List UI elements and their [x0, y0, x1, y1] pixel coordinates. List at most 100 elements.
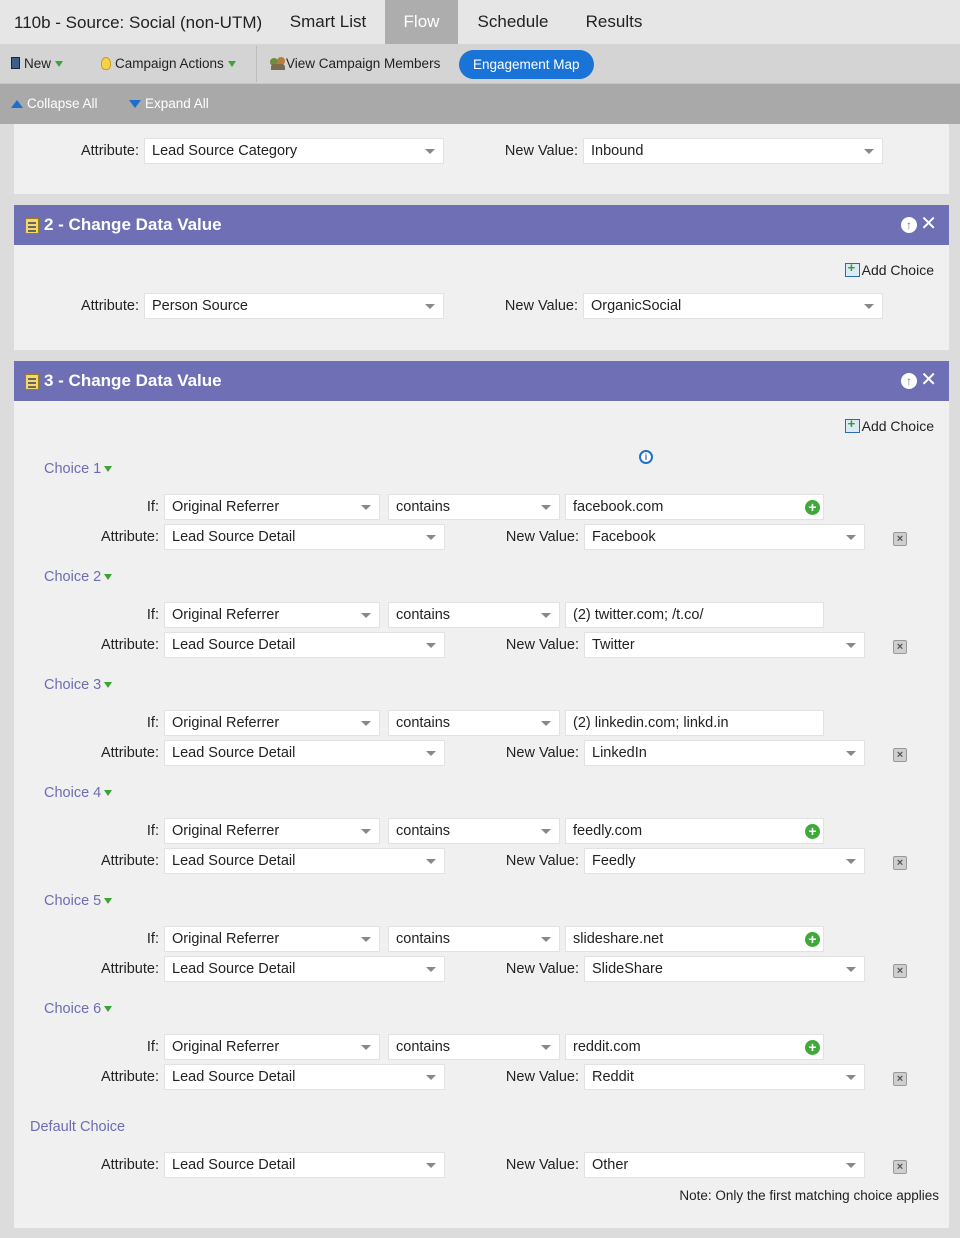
dropdown-caret-icon — [846, 1075, 856, 1080]
default-new-value-select-value: Other — [592, 1157, 629, 1173]
new-menu-button[interactable]: New — [11, 44, 64, 84]
campaign-actions-label: Campaign Actions — [115, 56, 224, 71]
attribute-select[interactable]: Lead Source Detail — [164, 956, 445, 982]
condition-operator-select[interactable]: contains — [388, 602, 560, 628]
tab-smart-list[interactable]: Smart List — [274, 0, 382, 44]
condition-value-input[interactable]: facebook.com + — [565, 494, 824, 520]
chevron-down-icon — [55, 61, 64, 68]
move-up-icon[interactable]: ↑ — [901, 373, 917, 389]
delete-choice-icon[interactable]: × — [893, 964, 907, 978]
dropdown-caret-icon — [846, 1163, 856, 1168]
new-value-select-value: LinkedIn — [592, 745, 647, 761]
condition-value-input[interactable]: reddit.com + — [565, 1034, 824, 1060]
attribute-select[interactable]: Lead Source Detail — [164, 524, 445, 550]
chevron-down-icon — [104, 466, 113, 473]
add-value-plus-icon[interactable]: + — [805, 1040, 820, 1055]
delete-choice-icon[interactable]: × — [893, 1072, 907, 1086]
choice-header[interactable]: Choice 6 — [44, 1001, 113, 1017]
tab-results[interactable]: Results — [574, 0, 654, 44]
condition-field-select-value: Original Referrer — [172, 931, 280, 947]
step-3-header[interactable]: 3 - Change Data Value ↑ ✕ — [14, 361, 949, 401]
attribute-select[interactable]: Lead Source Detail — [164, 848, 445, 874]
choice-header[interactable]: Choice 2 — [44, 569, 113, 585]
step-2-body: Add Choice Attribute: Person Source New … — [14, 245, 949, 350]
delete-choice-icon[interactable]: × — [893, 532, 907, 546]
condition-value-input[interactable]: feedly.com + — [565, 818, 824, 844]
condition-field-select-value: Original Referrer — [172, 823, 280, 839]
close-icon[interactable]: ✕ — [920, 369, 937, 391]
condition-value-text: reddit.com — [573, 1039, 641, 1055]
add-choice-button[interactable]: Add Choice — [844, 260, 934, 278]
condition-value-input[interactable]: slideshare.net + — [565, 926, 824, 952]
condition-operator-select[interactable]: contains — [388, 494, 560, 520]
attribute-select[interactable]: Lead Source Detail — [164, 1064, 445, 1090]
default-new-value-select[interactable]: Other — [584, 1152, 865, 1178]
new-value-select[interactable]: OrganicSocial — [583, 293, 883, 319]
condition-value-input[interactable]: (2) twitter.com; /t.co/ — [565, 602, 824, 628]
delete-choice-icon[interactable]: × — [893, 856, 907, 870]
choice-header[interactable]: Choice 3 — [44, 677, 113, 693]
attribute-label: Attribute: — [100, 853, 159, 869]
dropdown-caret-icon — [864, 304, 874, 309]
attribute-select[interactable]: Lead Source Detail — [164, 740, 445, 766]
condition-operator-select[interactable]: contains — [388, 1034, 560, 1060]
delete-choice-icon[interactable]: × — [893, 748, 907, 762]
new-value-select[interactable]: Inbound — [583, 138, 883, 164]
new-value-label: New Value: — [505, 529, 579, 545]
default-attribute-select[interactable]: Lead Source Detail — [164, 1152, 445, 1178]
info-icon[interactable]: i — [639, 450, 653, 464]
add-value-plus-icon[interactable]: + — [805, 500, 820, 515]
if-label: If: — [146, 823, 159, 839]
chevron-down-icon — [104, 574, 113, 581]
attribute-label: Attribute: — [100, 961, 159, 977]
dropdown-caret-icon — [426, 751, 436, 756]
condition-field-select[interactable]: Original Referrer — [164, 494, 380, 520]
new-value-select[interactable]: Reddit — [584, 1064, 865, 1090]
condition-field-select[interactable]: Original Referrer — [164, 818, 380, 844]
choice-header[interactable]: Choice 5 — [44, 893, 113, 909]
condition-operator-select[interactable]: contains — [388, 926, 560, 952]
collapse-all-label: Collapse All — [27, 96, 98, 111]
expand-all-button[interactable]: Expand All — [129, 84, 209, 124]
attribute-select-value: Lead Source Detail — [172, 853, 296, 869]
tab-flow[interactable]: Flow — [385, 0, 458, 44]
add-value-plus-icon[interactable]: + — [805, 932, 820, 947]
add-value-plus-icon[interactable]: + — [805, 824, 820, 839]
step-2-header[interactable]: 2 - Change Data Value ↑ ✕ — [14, 205, 949, 245]
add-choice-icon — [844, 260, 860, 277]
condition-operator-select-value: contains — [396, 499, 451, 515]
dropdown-caret-icon — [361, 613, 371, 618]
new-value-select[interactable]: Twitter — [584, 632, 865, 658]
new-value-select[interactable]: Feedly — [584, 848, 865, 874]
dropdown-caret-icon — [864, 149, 874, 154]
tab-schedule[interactable]: Schedule — [466, 0, 560, 44]
engagement-map-button[interactable]: Engagement Map — [459, 50, 594, 79]
dropdown-caret-icon — [425, 149, 435, 154]
new-value-select[interactable]: SlideShare — [584, 956, 865, 982]
condition-field-select[interactable]: Original Referrer — [164, 926, 380, 952]
choice-header[interactable]: Choice 1 — [44, 461, 113, 477]
condition-field-select[interactable]: Original Referrer — [164, 1034, 380, 1060]
condition-operator-select[interactable]: contains — [388, 710, 560, 736]
new-value-text: OrganicSocial — [591, 298, 682, 314]
new-value-select[interactable]: Facebook — [584, 524, 865, 550]
condition-field-select[interactable]: Original Referrer — [164, 602, 380, 628]
attribute-select[interactable]: Lead Source Detail — [164, 632, 445, 658]
new-value-select[interactable]: LinkedIn — [584, 740, 865, 766]
campaign-actions-menu[interactable]: Campaign Actions — [101, 44, 236, 84]
move-up-icon[interactable]: ↑ — [901, 217, 917, 233]
delete-choice-icon[interactable]: × — [893, 640, 907, 654]
attribute-select[interactable]: Lead Source Category — [144, 138, 444, 164]
view-campaign-members-button[interactable]: View Campaign Members — [270, 44, 440, 84]
new-value-label: New Value: — [505, 1157, 579, 1173]
delete-choice-icon[interactable]: × — [893, 1160, 907, 1174]
condition-value-input[interactable]: (2) linkedin.com; linkd.in — [565, 710, 824, 736]
collapse-all-button[interactable]: Collapse All — [11, 84, 98, 124]
condition-operator-select[interactable]: contains — [388, 818, 560, 844]
attribute-select[interactable]: Person Source — [144, 293, 444, 319]
choice-header[interactable]: Choice 4 — [44, 785, 113, 801]
toolbar-divider — [256, 46, 257, 82]
condition-field-select[interactable]: Original Referrer — [164, 710, 380, 736]
add-choice-button[interactable]: Add Choice — [844, 416, 934, 434]
close-icon[interactable]: ✕ — [920, 213, 937, 235]
